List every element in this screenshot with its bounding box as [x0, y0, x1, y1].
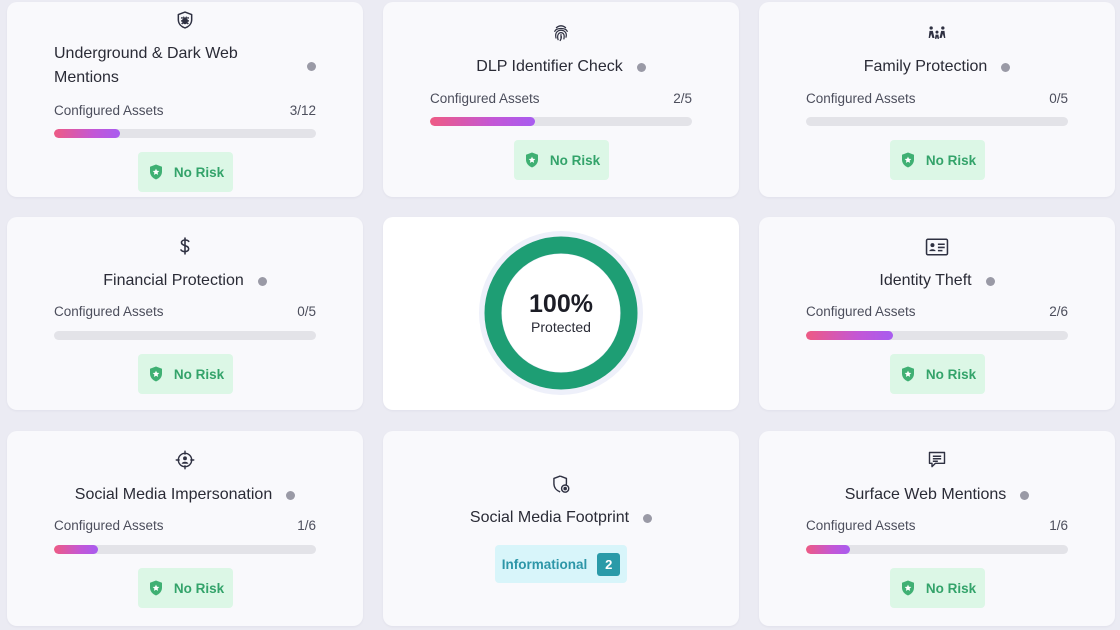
status-badge-label: No Risk [925, 580, 977, 596]
shield-star-icon [149, 366, 162, 382]
status-badge-label: No Risk [173, 580, 225, 596]
assets-progress-fill [54, 545, 98, 554]
status-badge-label: No Risk [173, 366, 225, 382]
chat-lines-icon [927, 450, 947, 470]
protection-dashboard: Underground & Dark Web Mentions Configur… [0, 0, 1120, 630]
status-badge-label: No Risk [925, 366, 977, 382]
informational-badge-label: Informational [501, 556, 588, 572]
configured-assets-label: Configured Assets [430, 91, 540, 106]
card-title: DLP Identifier Check [476, 58, 623, 75]
shield-star-icon [149, 164, 162, 180]
card-surface-web-mentions[interactable]: Surface Web Mentions Configured Assets 1… [759, 431, 1115, 626]
card-title-row: DLP Identifier Check [383, 58, 739, 76]
card-title: Identity Theft [879, 272, 972, 289]
status-badge: No Risk [890, 140, 985, 180]
shield-settings-icon [551, 474, 571, 494]
shield-star-icon [901, 580, 914, 596]
protected-percent: 100% [529, 290, 593, 318]
card-title-row: Surface Web Mentions [759, 486, 1115, 504]
configured-assets-count: 2/5 [673, 91, 692, 106]
assets-progress-fill [806, 331, 894, 340]
donut-label: 100% Protected [477, 229, 645, 397]
status-badge-label: No Risk [925, 152, 977, 168]
status-dot [1001, 62, 1011, 72]
fingerprint-icon [551, 23, 571, 43]
configured-assets-count: 3/12 [289, 103, 316, 118]
status-badge: No Risk [138, 568, 233, 608]
crosshair-user-icon [175, 450, 195, 470]
shield-star-icon [149, 580, 162, 596]
card-underground-dark-web[interactable]: Underground & Dark Web Mentions Configur… [7, 2, 363, 197]
status-dot [257, 276, 267, 286]
card-identity-theft[interactable]: Identity Theft Configured Assets 2/6 No … [759, 217, 1115, 410]
configured-assets-count: 0/5 [1049, 91, 1068, 106]
status-dot [985, 276, 995, 286]
family-icon [927, 23, 947, 43]
dollar-icon [175, 236, 195, 256]
shield-star-icon [525, 152, 538, 168]
status-dot [636, 62, 646, 72]
card-title-row: Financial Protection [7, 272, 363, 290]
configured-assets-label: Configured Assets [806, 304, 916, 319]
configured-assets-label: Configured Assets [54, 103, 164, 118]
card-social-media-footprint[interactable]: Social Media Footprint Informational 2 [383, 431, 739, 626]
card-title-row: Family Protection [759, 58, 1115, 76]
card-title-row: Social Media Impersonation [7, 486, 363, 504]
assets-progress-fill [430, 117, 535, 126]
card-dlp-identifier-check[interactable]: DLP Identifier Check Configured Assets 2… [383, 2, 739, 197]
configured-assets-count: 1/6 [1049, 518, 1068, 533]
informational-badge: Informational 2 [495, 545, 627, 583]
card-title: Social Media Impersonation [74, 486, 273, 503]
assets-progress-bar [54, 545, 316, 554]
assets-progress-bar [806, 331, 1068, 340]
card-title-row: Social Media Footprint [383, 509, 739, 527]
card-financial-protection[interactable]: Financial Protection Configured Assets 0… [7, 217, 363, 410]
status-dot [643, 513, 653, 523]
shield-star-icon [901, 366, 914, 382]
status-badge-label: No Risk [549, 152, 601, 168]
assets-progress-fill [806, 545, 850, 554]
status-dot [1020, 490, 1030, 500]
informational-count: 2 [597, 552, 621, 576]
assets-progress-bar [54, 331, 316, 340]
status-badge: No Risk [514, 140, 609, 180]
protected-label: Protected [531, 319, 591, 335]
status-dot [307, 62, 316, 71]
configured-assets-label: Configured Assets [806, 91, 916, 106]
card-title: Social Media Footprint [469, 509, 630, 526]
configured-assets-count: 2/6 [1049, 304, 1068, 319]
card-title: Financial Protection [103, 272, 244, 289]
card-title: Underground & Dark Web Mentions [54, 45, 238, 86]
assets-progress-fill [54, 129, 120, 138]
status-badge: No Risk [890, 354, 985, 394]
protection-summary-card: 100% Protected [383, 217, 739, 410]
status-badge-label: No Risk [173, 164, 225, 180]
configured-assets-count: 1/6 [297, 518, 316, 533]
configured-assets-label: Configured Assets [806, 518, 916, 533]
card-title: Family Protection [863, 58, 988, 75]
card-social-media-impersonation[interactable]: Social Media Impersonation Configured As… [7, 431, 363, 626]
status-dot [286, 490, 296, 500]
shield-star-icon [901, 152, 914, 168]
card-title: Surface Web Mentions [844, 486, 1007, 503]
status-badge: No Risk [138, 354, 233, 394]
card-title-row: Identity Theft [759, 272, 1115, 290]
assets-progress-bar [806, 545, 1068, 554]
assets-progress-bar [430, 117, 692, 126]
status-badge: No Risk [890, 568, 985, 608]
assets-progress-bar [54, 129, 316, 138]
configured-assets-label: Configured Assets [54, 518, 164, 533]
id-card-icon [925, 237, 949, 257]
bug-shield-icon [175, 10, 195, 30]
card-family-protection[interactable]: Family Protection Configured Assets 0/5 … [759, 2, 1115, 197]
configured-assets-label: Configured Assets [54, 304, 164, 319]
assets-progress-bar [806, 117, 1068, 126]
configured-assets-count: 0/5 [297, 304, 316, 319]
status-badge: No Risk [138, 152, 233, 192]
